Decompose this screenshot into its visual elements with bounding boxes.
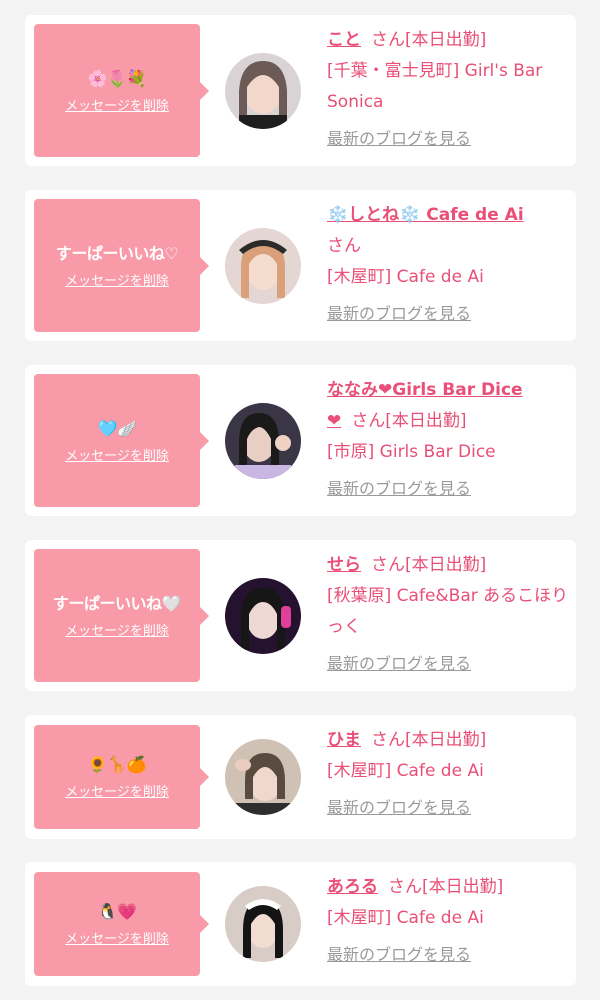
message-card: すーぱーいいね♡ メッセージを削除 ❄️しとね❄️ Cafe de Ai さん … — [25, 190, 576, 341]
message-bubble: 🩵🪽 メッセージを削除 — [34, 374, 209, 507]
message-bubble: 🐧💗 メッセージを削除 — [34, 872, 209, 976]
shop-text: [秋葉原] Cafe&Bar あるこほりっく — [327, 586, 569, 637]
latest-blog-link[interactable]: 最新のブログを見る — [327, 944, 471, 966]
message-card: 🌸🌷💐 メッセージを削除 こと さん[本日出勤] [千葉・富士見町] Girl's… — [25, 15, 576, 166]
san-suffix: さん — [371, 30, 405, 50]
latest-blog-link[interactable]: 最新のブログを見る — [327, 303, 471, 325]
cast-info: あろる さん[本日出勤] [木屋町] Cafe de Ai 最新のブログを見る — [327, 872, 571, 971]
latest-blog-link[interactable]: 最新のブログを見る — [327, 128, 471, 150]
message-card: 🌻🦒🍊 メッセージを削除 ひま さん[本日出勤] [木屋町] Cafe de Ai… — [25, 715, 576, 839]
delete-message-link[interactable]: メッセージを削除 — [65, 620, 169, 639]
cast-name-link[interactable]: ❄️しとね❄️ Cafe de Ai — [327, 205, 524, 225]
status-text: [本日出勤] — [405, 730, 487, 750]
delete-message-link[interactable]: メッセージを削除 — [65, 781, 169, 800]
avatar[interactable] — [225, 739, 301, 815]
shop-text: [木屋町] Cafe de Ai — [327, 267, 484, 287]
latest-blog-link[interactable]: 最新のブログを見る — [327, 478, 471, 500]
cast-name-link[interactable]: こと — [327, 30, 361, 50]
san-suffix: さん — [351, 411, 386, 431]
cast-info: こと さん[本日出勤] [千葉・富士見町] Girl's Bar Sonica 最… — [327, 25, 571, 155]
san-suffix: さん — [388, 877, 422, 897]
status-text: [本日出勤] — [405, 30, 487, 50]
message-text: 🌸🌷💐 — [87, 68, 147, 88]
message-card: 🐧💗 メッセージを削除 あろる さん[本日出勤] [木屋町] Cafe de Ai… — [25, 862, 576, 986]
status-text: [本日出勤] — [385, 411, 467, 431]
delete-message-link[interactable]: メッセージを削除 — [65, 270, 169, 289]
status-text: [本日出勤] — [422, 877, 504, 897]
cast-name-link-cont[interactable]: ❤ — [327, 411, 341, 431]
message-card: すーぱーいいね🤍 メッセージを削除 せら さん[本日出勤] [秋葉原] Cafe&… — [25, 540, 576, 691]
message-text: 🩵🪽 — [97, 418, 137, 438]
status-text: [本日出勤] — [405, 555, 487, 575]
shop-text: [木屋町] Cafe de Ai — [327, 908, 484, 928]
cast-name-link[interactable]: あろる — [327, 877, 378, 897]
message-text: 🌻🦒🍊 — [87, 755, 147, 774]
message-bubble: すーぱーいいね🤍 メッセージを削除 — [34, 549, 209, 682]
cast-name-link[interactable]: せら — [327, 555, 361, 575]
san-suffix: さん — [371, 730, 405, 750]
message-card: 🩵🪽 メッセージを削除 ななみ❤Girls Bar Dice ❤ さん[本日出勤]… — [25, 365, 576, 516]
avatar[interactable] — [225, 886, 301, 962]
shop-text: [千葉・富士見町] Girl's Bar Sonica — [327, 61, 543, 112]
avatar[interactable] — [225, 53, 301, 129]
cast-info: ななみ❤Girls Bar Dice ❤ さん[本日出勤] [市原] Girls … — [327, 375, 571, 505]
message-text: すーぱーいいね♡ — [55, 243, 179, 263]
san-suffix: さん — [327, 236, 361, 256]
delete-message-link[interactable]: メッセージを削除 — [65, 928, 169, 947]
latest-blog-link[interactable]: 最新のブログを見る — [327, 797, 471, 819]
avatar[interactable] — [225, 403, 301, 479]
cast-info: せら さん[本日出勤] [秋葉原] Cafe&Bar あるこほりっく 最新のブログ… — [327, 550, 571, 680]
cast-info: ひま さん[本日出勤] [木屋町] Cafe de Ai 最新のブログを見る — [327, 725, 571, 824]
san-suffix: さん — [371, 555, 405, 575]
cast-name-link[interactable]: ななみ❤Girls Bar Dice — [327, 380, 523, 400]
avatar[interactable] — [225, 578, 301, 654]
latest-blog-link[interactable]: 最新のブログを見る — [327, 653, 471, 675]
message-bubble: 🌻🦒🍊 メッセージを削除 — [34, 725, 209, 829]
message-bubble: 🌸🌷💐 メッセージを削除 — [34, 24, 209, 157]
shop-text: [市原] Girls Bar Dice — [327, 442, 496, 462]
message-text: 🐧💗 — [97, 902, 137, 921]
delete-message-link[interactable]: メッセージを削除 — [65, 445, 169, 464]
avatar[interactable] — [225, 228, 301, 304]
message-bubble: すーぱーいいね♡ メッセージを削除 — [34, 199, 209, 332]
cast-info: ❄️しとね❄️ Cafe de Ai さん [木屋町] Cafe de Ai 最… — [327, 200, 571, 330]
delete-message-link[interactable]: メッセージを削除 — [65, 95, 169, 114]
shop-text: [木屋町] Cafe de Ai — [327, 761, 484, 781]
cast-name-link[interactable]: ひま — [327, 730, 361, 750]
message-text: すーぱーいいね🤍 — [53, 593, 181, 613]
